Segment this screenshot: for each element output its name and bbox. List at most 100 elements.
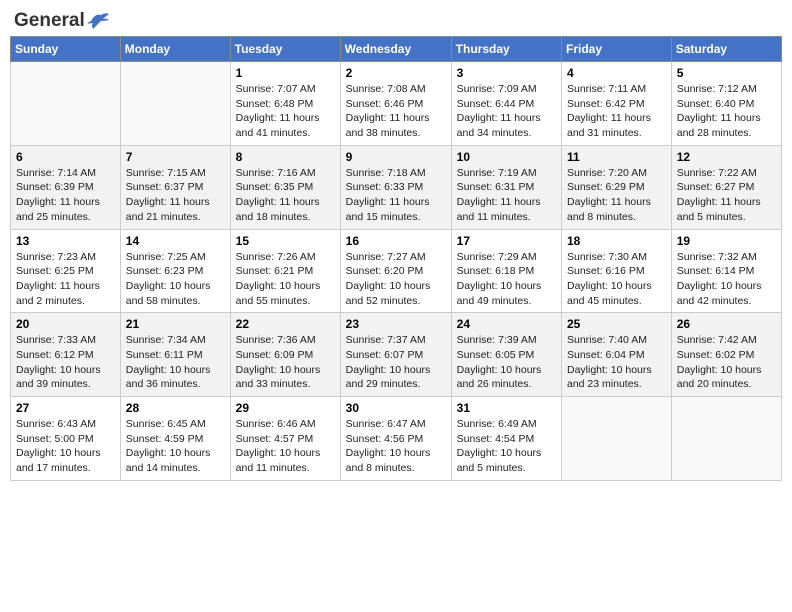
day-info: Sunrise: 7:29 AM Sunset: 6:18 PM Dayligh… <box>457 250 556 309</box>
day-number: 9 <box>346 150 446 164</box>
calendar-cell: 27Sunrise: 6:43 AM Sunset: 5:00 PM Dayli… <box>11 397 121 481</box>
day-info: Sunrise: 7:37 AM Sunset: 6:07 PM Dayligh… <box>346 333 446 392</box>
day-info: Sunrise: 6:47 AM Sunset: 4:56 PM Dayligh… <box>346 417 446 476</box>
calendar-cell <box>120 62 230 146</box>
calendar-cell: 5 Sunrise: 7:12 AM Sunset: 6:40 PM Daylig… <box>671 62 781 146</box>
day-number: 22 <box>236 317 335 331</box>
calendar-cell: 20 Sunrise: 7:33 AM Sunset: 6:12 PM Dayli… <box>11 313 121 397</box>
day-number: 5 <box>677 66 776 80</box>
calendar-cell: 17 Sunrise: 7:29 AM Sunset: 6:18 PM Dayli… <box>451 229 561 313</box>
calendar-cell: 11 Sunrise: 7:20 AM Sunset: 6:29 PM Dayli… <box>562 145 672 229</box>
day-info: Sunrise: 7:30 AM Sunset: 6:16 PM Dayligh… <box>567 250 666 309</box>
day-info: Sunrise: 7:16 AM Sunset: 6:35 PM Dayligh… <box>236 166 335 225</box>
weekday-header-monday: Monday <box>120 37 230 62</box>
day-info: Sunrise: 6:45 AM Sunset: 4:59 PM Dayligh… <box>126 417 225 476</box>
day-number: 29 <box>236 401 335 415</box>
day-number: 25 <box>567 317 666 331</box>
day-info: Sunrise: 7:11 AM Sunset: 6:42 PM Dayligh… <box>567 82 666 141</box>
calendar-cell: 10Sunrise: 7:19 AM Sunset: 6:31 PM Dayli… <box>451 145 561 229</box>
day-number: 11 <box>567 150 666 164</box>
calendar-week-row: 20 Sunrise: 7:33 AM Sunset: 6:12 PM Dayli… <box>11 313 782 397</box>
calendar-cell: 14Sunrise: 7:25 AM Sunset: 6:23 PM Dayli… <box>120 229 230 313</box>
day-number: 18 <box>567 234 666 248</box>
day-number: 21 <box>126 317 225 331</box>
calendar-cell: 9Sunrise: 7:18 AM Sunset: 6:33 PM Daylig… <box>340 145 451 229</box>
day-info: Sunrise: 7:34 AM Sunset: 6:11 PM Dayligh… <box>126 333 225 392</box>
calendar-cell: 22 Sunrise: 7:36 AM Sunset: 6:09 PM Dayli… <box>230 313 340 397</box>
day-info: Sunrise: 7:23 AM Sunset: 6:25 PM Dayligh… <box>16 250 115 309</box>
day-number: 17 <box>457 234 556 248</box>
day-info: Sunrise: 7:26 AM Sunset: 6:21 PM Dayligh… <box>236 250 335 309</box>
calendar-cell: 4 Sunrise: 7:11 AM Sunset: 6:42 PM Daylig… <box>562 62 672 146</box>
calendar-cell: 15 Sunrise: 7:26 AM Sunset: 6:21 PM Dayli… <box>230 229 340 313</box>
day-number: 26 <box>677 317 776 331</box>
day-info: Sunrise: 7:15 AM Sunset: 6:37 PM Dayligh… <box>126 166 225 225</box>
calendar-week-row: 13 Sunrise: 7:23 AM Sunset: 6:25 PM Dayli… <box>11 229 782 313</box>
calendar-cell <box>671 397 781 481</box>
day-info: Sunrise: 7:32 AM Sunset: 6:14 PM Dayligh… <box>677 250 776 309</box>
day-number: 27 <box>16 401 115 415</box>
day-number: 2 <box>346 66 446 80</box>
calendar-cell: 1 Sunrise: 7:07 AM Sunset: 6:48 PM Daylig… <box>230 62 340 146</box>
calendar-cell: 3Sunrise: 7:09 AM Sunset: 6:44 PM Daylig… <box>451 62 561 146</box>
calendar-table: SundayMondayTuesdayWednesdayThursdayFrid… <box>10 36 782 481</box>
day-info: Sunrise: 7:25 AM Sunset: 6:23 PM Dayligh… <box>126 250 225 309</box>
calendar-cell <box>562 397 672 481</box>
day-info: Sunrise: 7:33 AM Sunset: 6:12 PM Dayligh… <box>16 333 115 392</box>
weekday-header-thursday: Thursday <box>451 37 561 62</box>
calendar-cell: 16Sunrise: 7:27 AM Sunset: 6:20 PM Dayli… <box>340 229 451 313</box>
day-info: Sunrise: 7:14 AM Sunset: 6:39 PM Dayligh… <box>16 166 115 225</box>
calendar-cell: 12 Sunrise: 7:22 AM Sunset: 6:27 PM Dayli… <box>671 145 781 229</box>
calendar-cell: 7 Sunrise: 7:15 AM Sunset: 6:37 PM Daylig… <box>120 145 230 229</box>
calendar-week-row: 1 Sunrise: 7:07 AM Sunset: 6:48 PM Daylig… <box>11 62 782 146</box>
day-info: Sunrise: 7:07 AM Sunset: 6:48 PM Dayligh… <box>236 82 335 141</box>
day-number: 30 <box>346 401 446 415</box>
calendar-header-row: SundayMondayTuesdayWednesdayThursdayFrid… <box>11 37 782 62</box>
day-number: 1 <box>236 66 335 80</box>
calendar-cell: 8 Sunrise: 7:16 AM Sunset: 6:35 PM Daylig… <box>230 145 340 229</box>
day-number: 3 <box>457 66 556 80</box>
calendar-cell: 2 Sunrise: 7:08 AM Sunset: 6:46 PM Daylig… <box>340 62 451 146</box>
day-info: Sunrise: 6:49 AM Sunset: 4:54 PM Dayligh… <box>457 417 556 476</box>
calendar-cell: 13 Sunrise: 7:23 AM Sunset: 6:25 PM Dayli… <box>11 229 121 313</box>
day-number: 12 <box>677 150 776 164</box>
page-header: General <box>10 10 782 28</box>
weekday-header-wednesday: Wednesday <box>340 37 451 62</box>
calendar-cell: 6 Sunrise: 7:14 AM Sunset: 6:39 PM Daylig… <box>11 145 121 229</box>
day-info: Sunrise: 7:39 AM Sunset: 6:05 PM Dayligh… <box>457 333 556 392</box>
day-info: Sunrise: 7:12 AM Sunset: 6:40 PM Dayligh… <box>677 82 776 141</box>
day-info: Sunrise: 7:08 AM Sunset: 6:46 PM Dayligh… <box>346 82 446 141</box>
calendar-cell: 30 Sunrise: 6:47 AM Sunset: 4:56 PM Dayli… <box>340 397 451 481</box>
day-info: Sunrise: 7:20 AM Sunset: 6:29 PM Dayligh… <box>567 166 666 225</box>
day-number: 6 <box>16 150 115 164</box>
weekday-header-sunday: Sunday <box>11 37 121 62</box>
day-number: 24 <box>457 317 556 331</box>
day-number: 28 <box>126 401 225 415</box>
day-number: 31 <box>457 401 556 415</box>
day-number: 23 <box>346 317 446 331</box>
calendar-cell <box>11 62 121 146</box>
calendar-cell: 29Sunrise: 6:46 AM Sunset: 4:57 PM Dayli… <box>230 397 340 481</box>
calendar-cell: 21 Sunrise: 7:34 AM Sunset: 6:11 PM Dayli… <box>120 313 230 397</box>
day-number: 4 <box>567 66 666 80</box>
day-info: Sunrise: 7:22 AM Sunset: 6:27 PM Dayligh… <box>677 166 776 225</box>
day-number: 13 <box>16 234 115 248</box>
logo: General <box>14 10 111 28</box>
day-info: Sunrise: 7:36 AM Sunset: 6:09 PM Dayligh… <box>236 333 335 392</box>
day-number: 10 <box>457 150 556 164</box>
calendar-week-row: 27Sunrise: 6:43 AM Sunset: 5:00 PM Dayli… <box>11 397 782 481</box>
calendar-cell: 31 Sunrise: 6:49 AM Sunset: 4:54 PM Dayli… <box>451 397 561 481</box>
day-info: Sunrise: 7:40 AM Sunset: 6:04 PM Dayligh… <box>567 333 666 392</box>
day-number: 7 <box>126 150 225 164</box>
day-number: 19 <box>677 234 776 248</box>
calendar-week-row: 6 Sunrise: 7:14 AM Sunset: 6:39 PM Daylig… <box>11 145 782 229</box>
day-number: 20 <box>16 317 115 331</box>
calendar-cell: 25 Sunrise: 7:40 AM Sunset: 6:04 PM Dayli… <box>562 313 672 397</box>
day-number: 15 <box>236 234 335 248</box>
calendar-cell: 18 Sunrise: 7:30 AM Sunset: 6:16 PM Dayli… <box>562 229 672 313</box>
weekday-header-saturday: Saturday <box>671 37 781 62</box>
day-info: Sunrise: 7:27 AM Sunset: 6:20 PM Dayligh… <box>346 250 446 309</box>
logo-bird-icon <box>87 11 111 31</box>
day-number: 8 <box>236 150 335 164</box>
logo-general: General <box>14 10 85 32</box>
